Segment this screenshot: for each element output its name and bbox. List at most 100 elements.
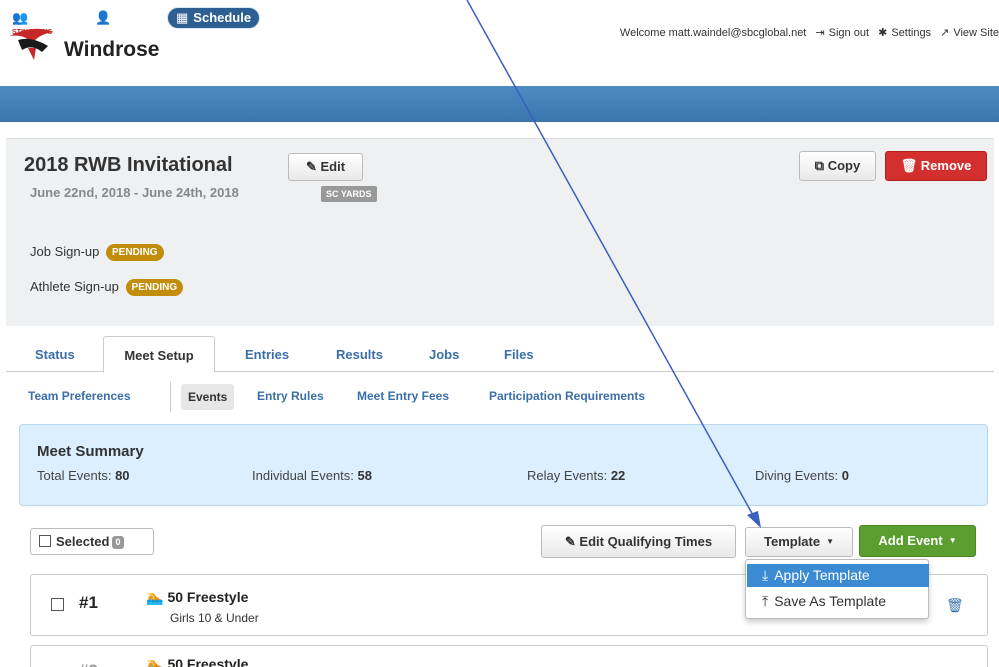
meet-summary-title: Meet Summary (37, 443, 144, 460)
tab-meet-setup[interactable]: Meet Setup (103, 336, 215, 373)
subnav-meet-entry-fees[interactable]: Meet Entry Fees (357, 389, 449, 403)
tab-results[interactable]: Results (336, 347, 383, 362)
athlete-signup-row: Athlete Sign-up PENDING (30, 279, 184, 296)
add-event-button[interactable]: Add Event ▼ (859, 525, 976, 557)
athlete-signup-label: Athlete Sign-up (30, 279, 119, 294)
event-group: Girls 10 & Under (170, 611, 259, 625)
nav-roles[interactable]: 👤 Roles (95, 0, 152, 36)
tab-jobs[interactable]: Jobs (429, 347, 459, 362)
total-events: Total Events: 80 (37, 468, 130, 483)
event-name: 🏊 50 Freestyle (146, 589, 248, 606)
nav-reports[interactable]: ▁▃▅ Reports (857, 0, 941, 36)
template-dropdown-button[interactable]: Template ▼ (745, 527, 853, 557)
apply-template-item[interactable]: ⤓ Apply Template (747, 564, 929, 587)
nav-people-label: People (33, 10, 76, 25)
nav-schedule[interactable]: ▦ Schedule (167, 7, 261, 29)
external-link-icon: ↗ (940, 27, 950, 39)
tab-status[interactable]: Status (35, 347, 75, 362)
add-event-label: Add Event (878, 533, 943, 548)
copy-label: Copy (827, 158, 861, 173)
template-dropdown-menu: ⤓ Apply Template ⤒ Save As Template (745, 559, 929, 619)
select-all-checkbox[interactable] (39, 535, 51, 547)
trash-icon: 🗑 (900, 158, 921, 173)
copy-icon: ⧉ (814, 158, 828, 173)
caret-down-icon: ▼ (948, 536, 957, 545)
subnav-team-preferences[interactable]: Team Preferences (28, 389, 131, 403)
apply-template-label: Apply Template (774, 567, 870, 583)
nav-registration[interactable]: ☑ Registration (316, 0, 409, 36)
copy-meet-button[interactable]: ⧉ Copy (799, 151, 876, 181)
meet-summary-box (19, 424, 988, 506)
remove-label: Remove (920, 158, 972, 173)
view-site-link[interactable]: View Site (953, 27, 999, 39)
subnav-participation-requirements[interactable]: Participation Requirements (489, 389, 645, 403)
event-number: #1 (79, 593, 98, 612)
nav-reports-label: Reports (892, 10, 942, 25)
nav-merchandise-label: Merchandise (637, 10, 717, 25)
nav-people[interactable]: 👥 People (12, 0, 76, 36)
tab-entries[interactable]: Entries (245, 347, 289, 362)
shopping-bag-icon: 🛍 (616, 10, 633, 25)
course-badge: SC YARDS (321, 186, 377, 202)
calendar-icon: ▦ (176, 10, 189, 25)
event-name: 🏊 50 Freestyle (146, 656, 248, 667)
individual-events-label: Individual Events: (252, 468, 354, 483)
selected-count-badge: 0 (112, 536, 125, 549)
save-as-template-item[interactable]: ⤒ Save As Template (747, 590, 929, 613)
event-row-checkbox[interactable] (51, 598, 64, 611)
event-name-text: 50 Freestyle (167, 656, 249, 667)
relay-events-label: Relay Events: (527, 468, 608, 483)
edit-qualifying-label: Edit Qualifying Times (579, 534, 713, 549)
bar-chart-icon: ▁▃▅ (857, 10, 887, 25)
diving-events-value: 0 (841, 468, 849, 483)
checklist-icon: ☑ (316, 10, 328, 25)
event-name-text: 50 Freestyle (167, 589, 249, 605)
diving-events: Diving Events: 0 (755, 468, 849, 483)
diving-events-label: Diving Events: (755, 468, 839, 483)
job-signup-label: Job Sign-up (30, 244, 100, 259)
template-label: Template (763, 534, 821, 549)
individual-events: Individual Events: 58 (252, 468, 372, 483)
subnav-divider (170, 382, 171, 412)
subnav-entry-rules[interactable]: Entry Rules (257, 389, 324, 403)
swimmer-icon: 🏊 (146, 656, 164, 667)
relay-events-value: 22 (610, 468, 626, 483)
people-icon: 👥 (12, 10, 29, 25)
nav-website[interactable]: ⊕ Website (753, 0, 819, 36)
nav-schedule-label: Schedule (193, 10, 252, 25)
nav-communications-label: Communications (472, 10, 579, 25)
event-number: #2 (79, 661, 98, 667)
athlete-status-badge: PENDING (125, 279, 184, 296)
meet-dates: June 22nd, 2018 - June 24th, 2018 (30, 185, 239, 200)
tab-files[interactable]: Files (504, 347, 534, 362)
total-events-value: 80 (115, 468, 130, 483)
globe-icon: ⊕ (753, 10, 764, 25)
edit-qualifying-times-button[interactable]: ✎ Edit Qualifying Times (541, 525, 736, 558)
nav-communications[interactable]: ((•)) Communications (446, 0, 578, 36)
relay-events: Relay Events: 22 (527, 468, 625, 483)
nav-registration-label: Registration (332, 10, 409, 25)
pencil-icon: ✎ (305, 159, 321, 174)
roles-icon: 👤 (95, 10, 112, 25)
job-status-badge: PENDING (106, 244, 164, 261)
team-name: Windrose (64, 38, 160, 61)
select-all-toggle[interactable]: Selected 0 (30, 528, 154, 555)
subnav-events[interactable]: Events (181, 384, 235, 410)
edit-label: Edit (320, 159, 346, 174)
job-signup-row: Job Sign-up PENDING (30, 244, 164, 261)
remove-meet-button[interactable]: 🗑 Remove (885, 151, 987, 181)
nav-roles-label: Roles (116, 10, 152, 25)
main-navbar (0, 86, 999, 122)
save-as-template-label: Save As Template (774, 593, 887, 609)
edit-meet-button[interactable]: ✎ Edit (288, 153, 363, 181)
selected-label: Selected (56, 534, 110, 549)
delete-event-icon[interactable]: 🗑 (946, 597, 964, 614)
download-icon: ⤓ (762, 567, 769, 583)
pencil-icon: ✎ (564, 534, 580, 549)
caret-down-icon: ▼ (826, 537, 835, 546)
total-events-label: Total Events: (37, 468, 112, 483)
broadcast-icon: ((•)) (446, 10, 468, 25)
nav-merchandise[interactable]: 🛍 Merchandise (616, 0, 717, 36)
upload-icon: ⤒ (762, 593, 769, 609)
meet-title: 2018 RWB Invitational (24, 154, 233, 176)
